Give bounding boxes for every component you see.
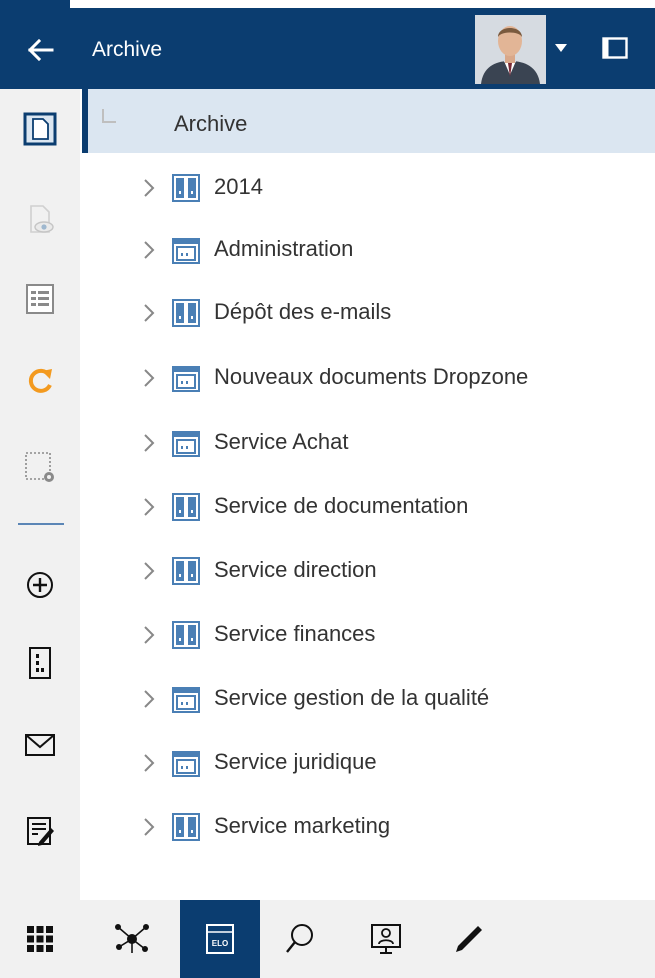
chevron-right-icon[interactable] [140, 176, 158, 200]
tree-item-label: Service gestion de la qualité [214, 685, 490, 710]
tree-item[interactable]: Service marketing [88, 802, 655, 852]
folder-register-button[interactable] [14, 637, 66, 689]
cabinet-icon [172, 557, 200, 585]
page-title: Archive [92, 38, 163, 61]
archive-tab-button[interactable]: ELO [180, 900, 260, 978]
selection-settings-button[interactable] [14, 441, 66, 493]
panel-toggle-button[interactable] [602, 37, 628, 59]
bottom-navigation: ELO [0, 900, 655, 978]
apps-grid-icon [27, 926, 53, 952]
tree-item-label: 2014 [214, 174, 263, 199]
search-button[interactable] [260, 900, 340, 978]
new-document-button[interactable] [14, 103, 66, 155]
cabinet-icon [172, 621, 200, 649]
edit-form-icon [27, 817, 54, 846]
caret-down-icon[interactable] [553, 40, 569, 56]
tree-item-label: Dépôt des e-mails [214, 299, 392, 324]
drawer-icon [172, 685, 200, 713]
drawer-icon [172, 429, 200, 457]
tree-item[interactable]: Service direction [88, 546, 655, 596]
chevron-right-icon[interactable] [140, 687, 158, 711]
search-icon [286, 924, 313, 953]
user-avatar[interactable] [475, 15, 546, 84]
preview-button[interactable] [14, 193, 66, 245]
add-button[interactable] [14, 559, 66, 611]
selection-settings-icon [25, 452, 54, 482]
tree-item[interactable]: Service finances [88, 610, 655, 660]
apps-button[interactable] [0, 900, 80, 978]
left-toolbar [0, 89, 80, 900]
tree-item[interactable]: Service juridique [88, 738, 655, 788]
chevron-right-icon[interactable] [140, 751, 158, 775]
tree-item-label: Service finances [214, 621, 376, 646]
elo-archive-icon: ELO [206, 924, 234, 954]
tree-item-label: Service marketing [214, 813, 391, 838]
toolbar-separator [18, 523, 64, 525]
list-view-icon [26, 284, 54, 314]
chevron-right-icon[interactable] [140, 623, 158, 647]
tree-root-label: Archive [174, 111, 248, 136]
cabinet-icon [172, 493, 200, 521]
tree-item[interactable]: Nouveaux documents Dropzone [88, 353, 655, 403]
pen-button[interactable] [428, 900, 508, 978]
tree-item[interactable]: Service gestion de la qualité [88, 674, 655, 724]
drawer-icon [172, 749, 200, 777]
tree-item-label: Administration [214, 236, 354, 261]
workflow-user-button[interactable] [346, 900, 426, 978]
cabinet-icon [172, 174, 200, 202]
chevron-right-icon[interactable] [140, 495, 158, 519]
add-circle-icon [27, 572, 53, 598]
drawer-icon [172, 236, 200, 264]
network-button[interactable] [92, 900, 172, 978]
tree-item-label: Service Achat [214, 429, 349, 454]
elo-badge: ELO [212, 939, 228, 948]
chevron-right-icon[interactable] [140, 366, 158, 390]
arrow-left-icon [27, 38, 54, 62]
tree-connector [102, 109, 116, 123]
folder-register-icon [29, 647, 51, 679]
mail-icon [25, 734, 55, 756]
refresh-button[interactable] [14, 355, 66, 407]
back-button[interactable] [22, 32, 58, 68]
tree-item-label: Service direction [214, 557, 377, 582]
chevron-right-icon[interactable] [140, 431, 158, 455]
chevron-right-icon[interactable] [140, 301, 158, 325]
cabinet-icon [172, 813, 200, 841]
preview-icon [30, 205, 54, 233]
tree-item[interactable]: Service de documentation [88, 482, 655, 532]
tree-item[interactable]: Service Achat [88, 418, 655, 468]
new-document-icon [23, 112, 57, 146]
drawer-icon [172, 364, 200, 392]
tree-item[interactable]: Dépôt des e-mails [88, 288, 655, 338]
cabinet-icon [172, 299, 200, 327]
network-icon [115, 924, 149, 953]
tree-root-archive[interactable]: Archive [88, 89, 655, 153]
app-header: Archive [0, 8, 655, 89]
panel-toggle-icon [602, 37, 628, 59]
chevron-right-icon[interactable] [140, 559, 158, 583]
pen-icon [456, 926, 482, 952]
tree-item[interactable]: 2014 [88, 163, 655, 213]
tree-item-label: Service de documentation [214, 493, 469, 518]
top-strip [0, 0, 655, 8]
workflow-user-icon [371, 924, 401, 954]
list-view-button[interactable] [14, 273, 66, 325]
chevron-right-icon[interactable] [140, 238, 158, 262]
tree-item-label: Service juridique [214, 749, 377, 774]
tree-item-label: Nouveaux documents Dropzone [214, 364, 529, 389]
tree-item[interactable]: Administration [88, 225, 655, 275]
edit-form-button[interactable] [14, 805, 66, 857]
refresh-icon [28, 368, 52, 393]
top-strip-tab [0, 0, 70, 8]
chevron-right-icon[interactable] [140, 815, 158, 839]
mail-button[interactable] [14, 719, 66, 771]
